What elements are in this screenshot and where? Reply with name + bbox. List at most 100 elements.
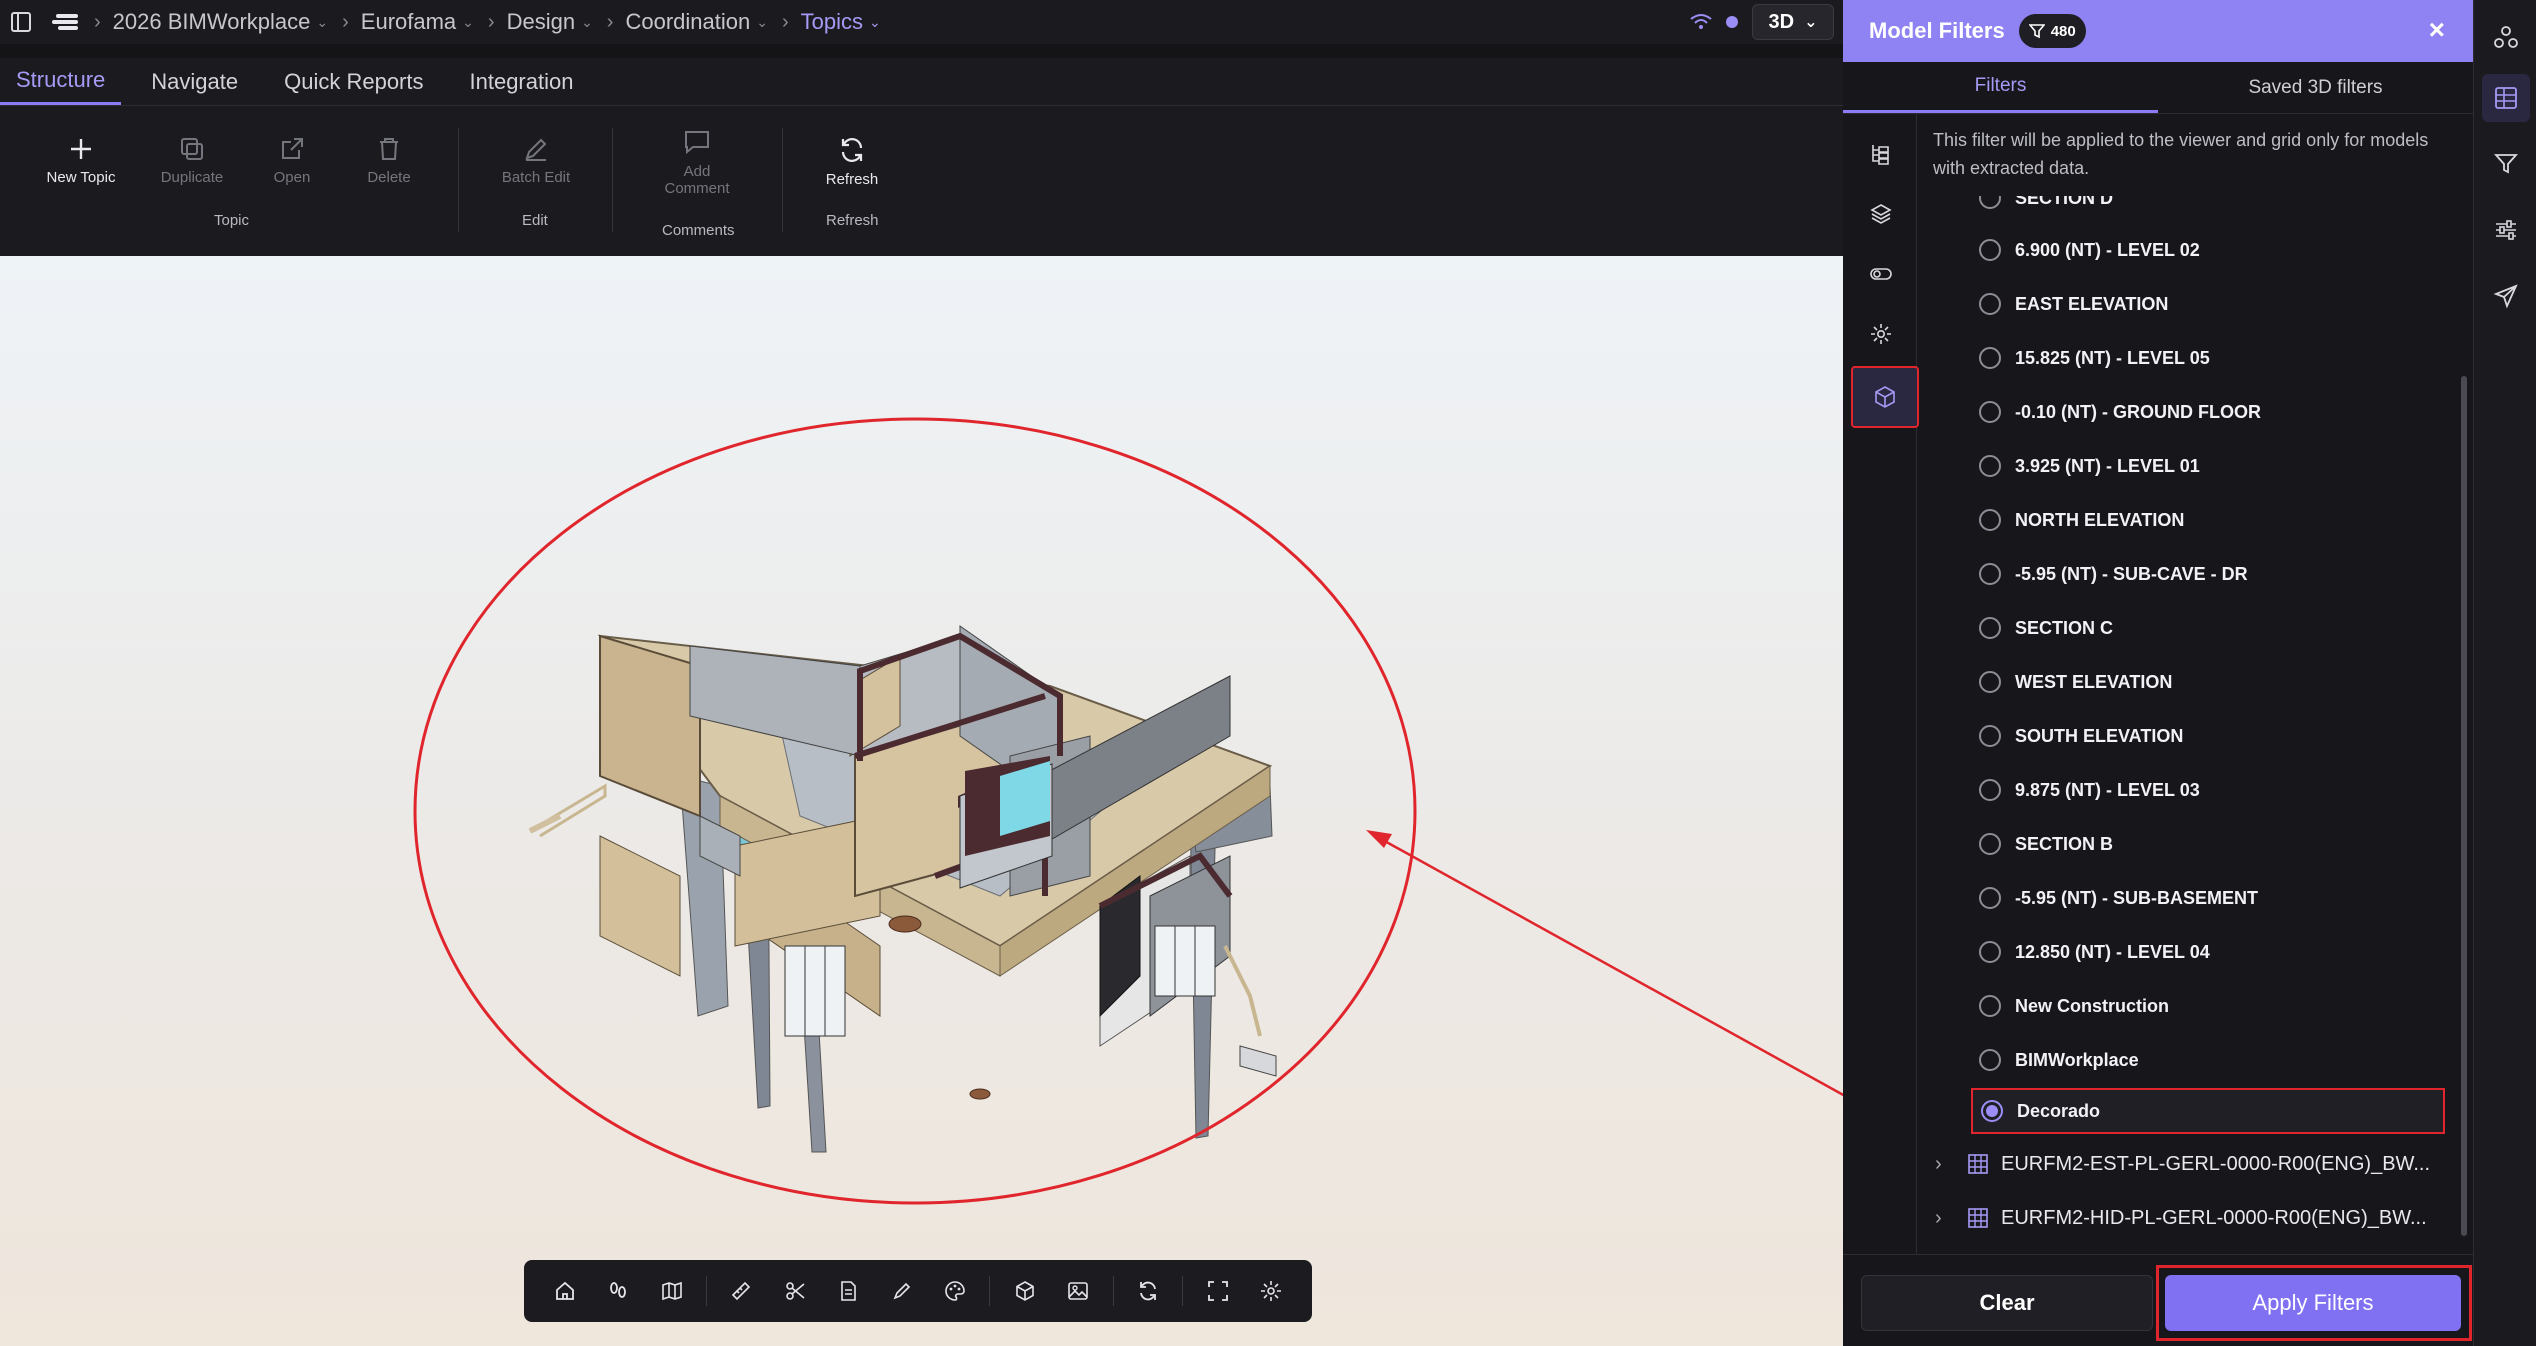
filter-option[interactable]: SOUTH ELEVATION [1917,710,2457,762]
add-comment-button[interactable]: Add Comment [650,128,744,198]
filter-option[interactable]: 12.850 (NT) - LEVEL 04 [1917,926,2457,978]
radio-button[interactable] [1979,671,2001,693]
sidebar-toggle-icon[interactable] [10,11,32,33]
filter-option[interactable]: New Construction [1917,980,2457,1032]
open-button[interactable]: Open [262,136,322,187]
filter-option[interactable]: 15.825 (NT) - LEVEL 05 [1917,332,2457,384]
scrollbar-thumb[interactable] [2461,376,2467,1236]
batch-edit-button[interactable]: Batch Edit [494,136,578,187]
layers-icon[interactable] [1853,186,1909,242]
filter-option[interactable]: EAST ELEVATION [1917,278,2457,330]
ribbon-divider [458,128,459,232]
tab-saved-3d-filters[interactable]: Saved 3D filters [2158,62,2473,113]
chevron-down-icon: ⌄ [316,13,329,30]
breadcrumb-topics[interactable]: Topics ⌄ [801,9,881,35]
image-icon[interactable] [1059,1272,1097,1310]
breadcrumb-project[interactable]: 2026 BIMWorkplace ⌄ [113,9,328,35]
radio-button[interactable] [1979,941,2001,963]
walk-icon[interactable] [599,1272,637,1310]
filter-option[interactable]: 3.925 (NT) - LEVEL 01 [1917,440,2457,492]
table-icon[interactable] [2482,74,2530,122]
radio-button[interactable] [1979,293,2001,315]
breadcrumb-label: Coordination [625,9,751,34]
settings-icon[interactable] [1252,1272,1290,1310]
filter-option-label: 3.925 (NT) - LEVEL 01 [2015,455,2200,476]
viewer-canvas[interactable] [0,256,1843,1346]
tab-navigate[interactable]: Navigate [135,58,254,105]
document-icon[interactable] [829,1272,867,1310]
radio-button[interactable] [1979,779,2001,801]
radio-button[interactable] [1979,509,2001,531]
filter-option[interactable]: SECTION C [1917,602,2457,654]
model-row[interactable]: › EURFM2-HID-PL-GERL-0000-R00(ENG)_BW... [1917,1192,2457,1244]
breadcrumb-client[interactable]: Eurofama ⌄ [361,9,474,35]
tree-icon[interactable] [1853,126,1909,182]
plus-icon [71,139,91,159]
cube-icon[interactable] [1006,1272,1044,1310]
filter-option[interactable]: BIMWorkplace [1917,1034,2457,1086]
pen-icon[interactable] [883,1272,921,1310]
ruler-icon[interactable] [722,1272,760,1310]
filter-option-selected[interactable]: Decorado [1971,1088,2445,1134]
filter-option[interactable]: SECTION B [1917,818,2457,870]
radio-button[interactable] [1979,1049,2001,1071]
filter-option[interactable]: SECTION D [1917,196,2457,224]
tab-structure[interactable]: Structure [0,58,122,105]
filter-option[interactable]: WEST ELEVATION [1917,656,2457,708]
new-topic-button[interactable]: New Topic [44,136,118,187]
filter-option[interactable]: NORTH ELEVATION [1917,494,2457,546]
radio-button[interactable] [1981,1100,2003,1122]
map-icon[interactable] [653,1272,691,1310]
nodes-icon[interactable] [2482,14,2530,62]
filter-option[interactable]: 6.900 (NT) - LEVEL 02 [1917,224,2457,276]
tab-filters[interactable]: Filters [1843,62,2158,113]
filter-option[interactable]: -5.95 (NT) - SUB-BASEMENT [1917,872,2457,924]
chevron-right-icon[interactable]: › [1935,1207,1942,1230]
model-row[interactable]: › EURFM2-EST-PL-GERL-0000-R00(ENG)_BW... [1917,1138,2457,1190]
sync-icon[interactable] [1129,1272,1167,1310]
filter-icon[interactable] [2482,140,2530,188]
breadcrumb-coordination[interactable]: Coordination ⌄ [625,9,767,35]
filter-option[interactable]: -0.10 (NT) - GROUND FLOOR [1917,386,2457,438]
send-icon[interactable] [2482,272,2530,320]
radio-button[interactable] [1979,455,2001,477]
filter-option[interactable]: 9.875 (NT) - LEVEL 03 [1917,764,2457,816]
breadcrumb-design[interactable]: Design ⌄ [507,9,593,35]
view-mode-select[interactable]: 3D ⌄ [1752,4,1834,40]
delete-button[interactable]: Delete [356,136,422,187]
radio-button[interactable] [1979,347,2001,369]
tab-quick-reports[interactable]: Quick Reports [268,58,439,105]
breadcrumb-label: Eurofama [360,9,457,34]
radio-button[interactable] [1979,563,2001,585]
3d-viewer[interactable] [0,256,1843,1346]
radio-button[interactable] [1979,725,2001,747]
open-label: Open [273,169,311,186]
filter-option[interactable]: -5.95 (NT) - SUB-CAVE - DR [1917,548,2457,600]
comments-group-label: Comments [662,222,735,239]
fullscreen-icon[interactable] [1199,1272,1237,1310]
radio-button[interactable] [1979,239,2001,261]
close-icon[interactable]: × [2429,16,2445,44]
comment-icon [685,131,709,155]
refresh-button[interactable]: Refresh [818,136,886,189]
radio-button[interactable] [1979,833,2001,855]
clear-button[interactable]: Clear [1861,1275,2153,1331]
palette-icon[interactable] [936,1272,974,1310]
building-model[interactable] [528,625,1277,1153]
scissors-icon[interactable] [776,1272,814,1310]
radio-button[interactable] [1979,196,2001,209]
radio-button[interactable] [1979,617,2001,639]
model-filters-panel: Model Filters 480 × Filters Saved 3D fil… [1843,0,2473,1346]
toggle-icon[interactable] [1853,246,1909,302]
duplicate-button[interactable]: Duplicate [152,136,232,187]
radio-button[interactable] [1979,401,2001,423]
3d-model-icon[interactable] [1851,366,1919,428]
chevron-right-icon[interactable]: › [1935,1153,1942,1176]
radio-button[interactable] [1979,995,2001,1017]
radio-button[interactable] [1979,887,2001,909]
app-logo-icon[interactable] [52,11,82,33]
sliders-icon[interactable] [2482,206,2530,254]
gear-icon[interactable] [1853,306,1909,362]
tab-integration[interactable]: Integration [454,58,590,105]
home-icon[interactable] [546,1272,584,1310]
